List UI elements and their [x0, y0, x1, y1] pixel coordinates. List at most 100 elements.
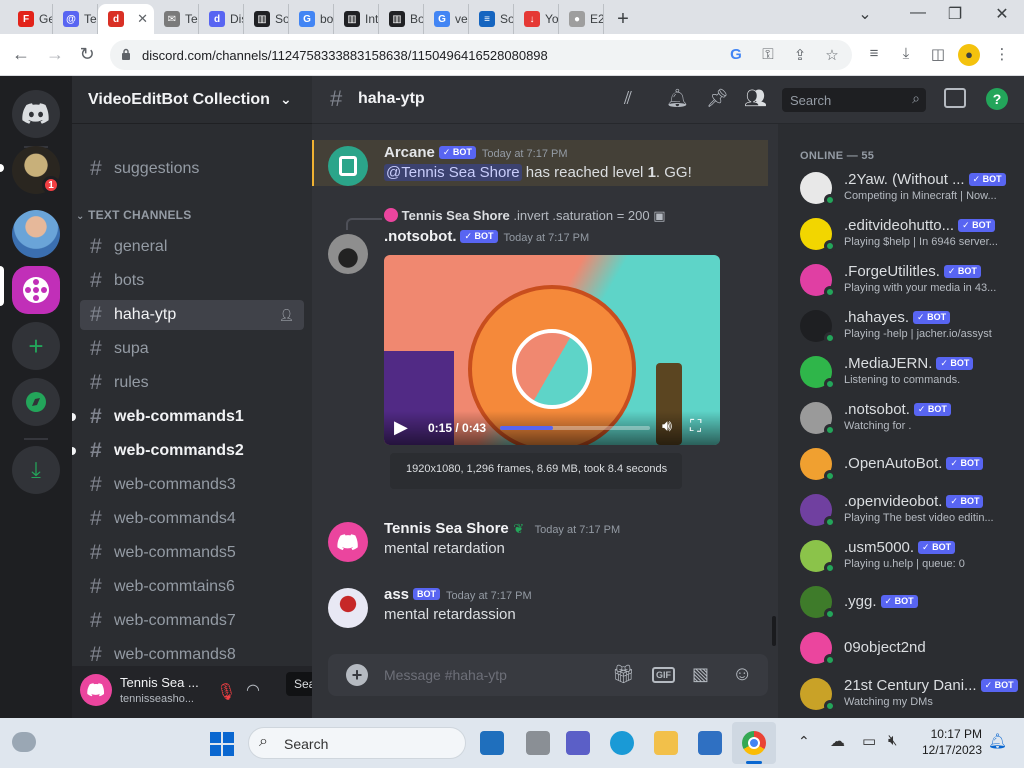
weather-widget-icon[interactable] — [12, 732, 36, 752]
reload-icon[interactable]: ↻ — [76, 44, 98, 65]
chrome-taskbar-active[interactable] — [732, 722, 776, 764]
member-item[interactable]: .ForgeUtilitles. ✓ BOT Playing with your m… — [786, 258, 1016, 302]
member-item[interactable]: .MediaJERN. ✓ BOT Listening to commands. — [786, 350, 1016, 394]
server-header[interactable]: VideoEditBot Collection 1.0 ⌄ — [72, 76, 312, 124]
message-author[interactable]: Arcane — [384, 144, 435, 161]
browser-tab[interactable]: ▥ Sor — [244, 4, 289, 34]
channel-item[interactable]: # supa — [80, 334, 304, 364]
channel-item[interactable]: # haha-ytp 👤︎ — [80, 300, 304, 330]
browser-menu-icon[interactable]: ⋮ — [992, 45, 1012, 63]
browser-tab[interactable]: ≡ Sor — [469, 4, 514, 34]
channel-item[interactable]: # web-commands4 — [80, 504, 304, 534]
tab-close-icon[interactable]: ✕ — [137, 11, 148, 27]
channel-item[interactable]: # web-commands7 — [80, 606, 304, 636]
pin-icon[interactable]: 📌︎ — [706, 88, 729, 109]
download-apps-icon[interactable]: ⤓ — [12, 446, 60, 494]
help-icon[interactable]: ? — [986, 88, 1008, 110]
member-item[interactable]: .OpenAutoBot. ✓ BOT — [786, 442, 1016, 486]
message-author[interactable]: ass — [384, 586, 409, 603]
video-progress-track[interactable] — [500, 426, 650, 430]
gift-icon[interactable]: 🎁︎ — [612, 664, 635, 685]
browser-tab[interactable]: d ✕ — [98, 4, 154, 34]
member-item[interactable]: .ygg. ✓ BOT — [786, 580, 1016, 624]
member-item[interactable]: 09object2nd — [786, 626, 1016, 670]
bookmark-star-icon[interactable]: ☆ — [822, 46, 842, 64]
tray-overflow-chevron-icon[interactable]: ⌃ — [798, 733, 810, 750]
google-lens-icon[interactable]: G — [726, 46, 746, 63]
key-icon[interactable]: ⚿ — [758, 46, 778, 63]
user-mention[interactable]: @Tennis Sea Shore — [384, 164, 522, 181]
browser-tab[interactable]: @ Ten — [53, 4, 98, 34]
message-author[interactable]: .notsobot. — [384, 228, 456, 245]
profile-avatar-icon[interactable]: ● — [958, 44, 980, 66]
minimize-window-icon[interactable]: — — [906, 4, 930, 22]
browser-tab[interactable]: ▥ Inte — [334, 4, 379, 34]
member-item[interactable]: .usm5000. ✓ BOT Playing u.help | queue: 0 — [786, 534, 1016, 578]
message-author[interactable]: Tennis Sea Shore — [384, 520, 509, 537]
task-view-icon[interactable] — [526, 731, 550, 755]
member-item[interactable]: .notsobot. ✓ BOT Watching for . — [786, 396, 1016, 440]
channel-item[interactable]: # web-commands2 — [72, 436, 304, 466]
tennis-avatar[interactable] — [328, 522, 368, 562]
clock[interactable]: 10:17 PM 12/17/2023 — [918, 726, 982, 758]
explore-servers-icon[interactable] — [12, 378, 60, 426]
emoji-icon[interactable]: ☺ — [732, 663, 752, 686]
browser-tab[interactable]: F Ger — [8, 4, 53, 34]
address-bar[interactable]: discord.com/channels/1124758333883158638… — [110, 40, 852, 70]
create-invite-icon[interactable]: 👤︎ — [279, 308, 294, 322]
channel-item[interactable]: # web-commands5 — [80, 538, 304, 568]
download-icon[interactable]: ⤓ — [896, 45, 916, 62]
reply-preview[interactable]: Tennis Sea Shore .invert .saturation = 2… — [384, 208, 768, 224]
media-queue-icon[interactable]: ≡ — [864, 45, 884, 62]
new-tab-button[interactable]: + — [608, 4, 638, 34]
channel-item[interactable]: # web-commands3 — [80, 470, 304, 500]
share-icon[interactable]: ⇪ — [790, 46, 810, 64]
attach-plus-icon[interactable]: + — [346, 664, 368, 686]
microsoft-store-icon[interactable] — [698, 731, 722, 755]
file-explorer-icon[interactable] — [654, 731, 678, 755]
member-item[interactable]: .2Yaw. (Without ... ✓ BOT Competing in Min… — [786, 166, 1016, 210]
search-input[interactable]: Search ⌕ — [782, 88, 926, 112]
browser-tab[interactable]: ↓ You — [514, 4, 559, 34]
mute-mic-icon[interactable]: 🎙 — [216, 682, 236, 702]
message-composer[interactable]: + Message #haha-ytp 🎁︎ GIF ▧ ☺ — [328, 654, 768, 696]
edge-icon[interactable] — [610, 731, 634, 755]
browser-tab[interactable]: ✉ Ten — [154, 4, 199, 34]
notification-bell-icon[interactable]: 🔔︎ — [666, 88, 689, 109]
gif-icon[interactable]: GIF — [652, 667, 675, 683]
channel-item[interactable]: # bots — [80, 266, 304, 296]
member-item[interactable]: .hahayes. ✓ BOT Playing -help | jacher.io/… — [786, 304, 1016, 348]
member-item[interactable]: .editvideohutto... ✓ BOT Playing $help | I… — [786, 212, 1016, 256]
notsobot-avatar[interactable] — [328, 234, 368, 274]
member-item[interactable]: 21st Century Dani... ✓ BOT Watching my DMs — [786, 672, 1018, 716]
scrollbar-thumb[interactable] — [772, 616, 776, 646]
browser-tab[interactable]: Gbor — [289, 4, 334, 34]
volume-icon[interactable]: 🔊︎ — [662, 418, 672, 436]
inbox-icon[interactable] — [944, 88, 966, 108]
category-text-channels[interactable]: ⌄ TEXT CHANNELS — [76, 208, 191, 222]
channel-item[interactable]: # web-commands1 — [72, 402, 304, 432]
videoeditbot-server-icon[interactable] — [12, 266, 60, 314]
member-list-icon[interactable]: 👥︎ — [744, 88, 767, 109]
ass-avatar[interactable] — [328, 588, 368, 628]
display-icon[interactable]: ▭ — [862, 732, 876, 750]
browser-tab[interactable]: ▥ Bor — [379, 4, 424, 34]
channel-item[interactable]: # rules — [80, 368, 304, 398]
windows-start-icon[interactable] — [210, 732, 234, 756]
edge-beta-icon[interactable] — [480, 731, 504, 755]
play-icon[interactable]: ▶ — [394, 417, 408, 438]
sticker-icon[interactable]: ▧ — [692, 664, 709, 685]
fullscreen-icon[interactable]: ⛶ — [690, 418, 701, 436]
arcane-avatar[interactable] — [328, 146, 368, 186]
back-arrow-icon[interactable]: ← — [10, 44, 32, 65]
browser-tab[interactable]: Gveg — [424, 4, 469, 34]
speaker-muted-icon[interactable]: 🔇︎ — [888, 732, 897, 749]
taskbar-search-box[interactable]: ⌕ Search — [248, 727, 466, 759]
side-panel-icon[interactable]: ◫ — [928, 45, 948, 63]
forward-arrow-icon[interactable]: → — [44, 44, 66, 65]
add-server-icon[interactable]: + — [12, 322, 60, 370]
threads-icon[interactable]: ⫽ — [624, 88, 632, 109]
browser-tab[interactable]: ● E2C — [559, 4, 604, 34]
direct-messages-home-button[interactable] — [12, 90, 60, 138]
tab-search-chevron-icon[interactable]: ⌄ — [853, 4, 877, 24]
